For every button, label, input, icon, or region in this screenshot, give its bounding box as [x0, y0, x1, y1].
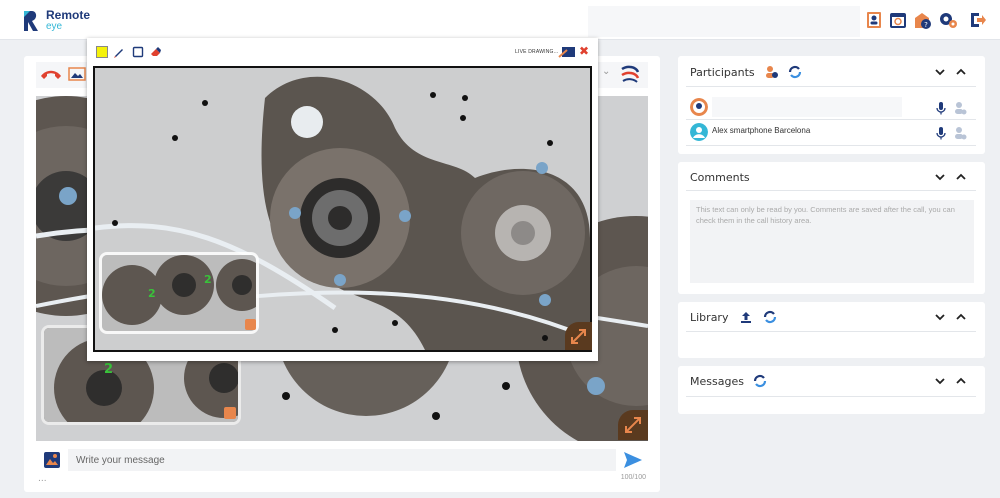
- settings-icon[interactable]: [938, 10, 958, 30]
- logo-line2: eye: [46, 21, 63, 32]
- camera-switch-icon[interactable]: [68, 66, 86, 82]
- hangup-icon[interactable]: [40, 68, 62, 80]
- add-participant-icon[interactable]: [764, 65, 778, 79]
- message-input[interactable]: [68, 449, 616, 471]
- chevron-down-icon[interactable]: ⌄: [602, 66, 610, 77]
- eraser-icon[interactable]: [150, 46, 162, 58]
- message-footer: ...: [38, 474, 47, 484]
- pip-record-icon[interactable]: [224, 407, 236, 419]
- divider: [686, 119, 976, 120]
- microphone-icon[interactable]: [934, 126, 948, 140]
- chevron-down-icon[interactable]: [935, 313, 945, 321]
- chevron-down-icon[interactable]: [935, 377, 945, 385]
- divider: [686, 190, 976, 191]
- close-drawing-button[interactable]: ✖: [579, 44, 589, 58]
- messages-title: Messages: [690, 375, 744, 388]
- brand-icon[interactable]: [620, 65, 640, 83]
- participant-settings-icon[interactable]: [953, 126, 967, 140]
- participant-name: Alex smartphone Barcelona: [712, 126, 811, 135]
- drawing-pip-record-icon[interactable]: [245, 319, 256, 330]
- message-counter: 100/100: [620, 474, 646, 481]
- logout-icon[interactable]: [967, 10, 987, 30]
- chevron-up-icon[interactable]: [956, 377, 966, 385]
- remote-eye-logo-icon: [24, 11, 38, 31]
- refresh-library-icon[interactable]: [763, 310, 777, 324]
- contacts-icon[interactable]: [864, 10, 884, 30]
- user-avatar: [690, 123, 708, 141]
- app-logo-text: Remote eye: [46, 8, 91, 32]
- participants-title: Participants: [690, 66, 755, 79]
- support-agent-avatar: [690, 98, 708, 116]
- drawing-pip-scene-image: 2 2: [102, 255, 256, 331]
- pen-icon[interactable]: [113, 46, 125, 58]
- divider: [686, 396, 976, 397]
- help-icon[interactable]: ?: [912, 10, 932, 30]
- history-icon[interactable]: [888, 10, 908, 30]
- chevron-up-icon[interactable]: [956, 68, 966, 76]
- svg-text:?: ?: [924, 21, 928, 29]
- refresh-messages-icon[interactable]: [753, 374, 767, 388]
- expand-icon[interactable]: [618, 410, 648, 440]
- svg-text:2: 2: [204, 273, 212, 286]
- divider: [686, 86, 976, 87]
- divider: [686, 331, 976, 332]
- drawing-expand-icon[interactable]: [565, 322, 592, 350]
- participant-name-blank: [712, 97, 902, 117]
- chevron-down-icon[interactable]: [935, 68, 945, 76]
- svg-text:2: 2: [148, 287, 156, 300]
- live-drawing-icon[interactable]: [558, 46, 576, 58]
- comments-title: Comments: [690, 171, 750, 184]
- logo-line1: Remote: [46, 8, 91, 22]
- attach-image-icon[interactable]: [43, 451, 61, 469]
- send-icon[interactable]: [623, 451, 643, 469]
- yellow-color-icon[interactable]: [96, 46, 108, 58]
- chevron-up-icon[interactable]: [956, 313, 966, 321]
- upload-icon[interactable]: [739, 310, 753, 324]
- chevron-up-icon[interactable]: [956, 173, 966, 181]
- header-search-area: [588, 6, 860, 37]
- participant-settings-icon[interactable]: [953, 101, 967, 115]
- drawing-local-pip[interactable]: 2 2: [99, 252, 259, 334]
- chevron-down-icon[interactable]: [935, 173, 945, 181]
- svg-text:2: 2: [104, 362, 113, 377]
- comments-textarea[interactable]: This text can only be read by you. Comme…: [690, 200, 974, 283]
- library-title: Library: [690, 311, 729, 324]
- refresh-participants-icon[interactable]: [788, 65, 802, 79]
- microphone-icon[interactable]: [934, 101, 948, 115]
- rectangle-icon[interactable]: [132, 46, 144, 58]
- live-drawing-label: LIVE DRAWING...: [515, 49, 559, 55]
- divider: [686, 145, 976, 146]
- messages-card: [678, 366, 985, 414]
